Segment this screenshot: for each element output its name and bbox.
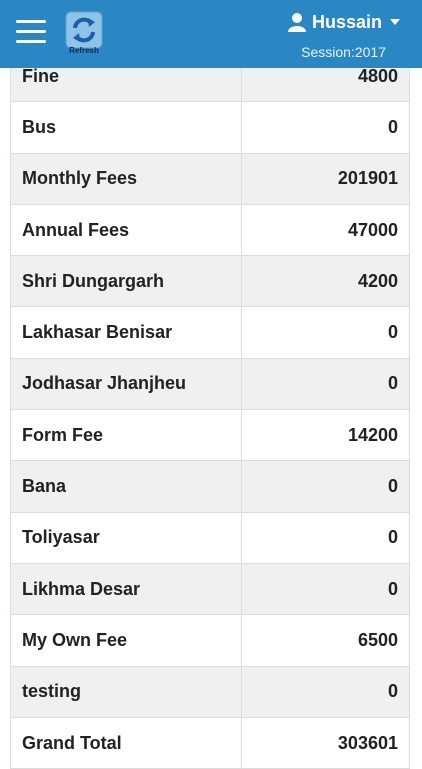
fee-name-cell: My Own Fee <box>10 615 241 666</box>
refresh-icon <box>65 11 103 49</box>
fee-name-cell: Jodhasar Jhanjheu <box>10 358 241 410</box>
user-icon <box>287 13 306 32</box>
table-row: Jodhasar Jhanjheu 0 <box>10 358 410 411</box>
fee-table: Fine 4800 Bus 0 Monthly Fees 201901 Annual Fee… <box>10 51 410 769</box>
caret-down-icon <box>390 19 400 25</box>
fee-amount-cell: 303601 <box>241 717 410 769</box>
table-row: Monthly Fees 201901 <box>10 153 410 205</box>
user-menu[interactable]: Hussain <box>287 10 400 34</box>
fee-amount-cell: 6500 <box>241 615 410 666</box>
fee-amount-cell: 0 <box>241 307 410 358</box>
table-row: Bana 0 <box>10 461 410 513</box>
fee-amount-cell: 0 <box>241 666 410 717</box>
fee-amount-cell: 0 <box>241 461 410 512</box>
fee-amount-cell: 0 <box>241 512 410 563</box>
table-row: Likhma Desar 0 <box>10 563 410 616</box>
fee-amount-cell: 14200 <box>241 410 410 461</box>
fee-amount-cell: 0 <box>241 563 410 615</box>
table-row: Bus 0 <box>10 102 410 154</box>
fee-name-cell: testing <box>10 666 241 717</box>
fee-name-cell: Form Fee <box>10 410 241 461</box>
refresh-label: Refresh <box>69 46 99 55</box>
fee-name-cell: Likhma Desar <box>10 563 241 615</box>
fee-amount-cell: 4200 <box>241 256 410 307</box>
fee-name-cell: Bana <box>10 461 241 512</box>
table-row: Form Fee 14200 <box>10 410 410 462</box>
table-row: My Own Fee 6500 <box>10 615 410 667</box>
table-row: Annual Fees 47000 <box>10 204 410 257</box>
top-navbar: Refresh Hussain Session:2017 <box>0 0 422 68</box>
fee-amount-cell: 0 <box>241 102 410 153</box>
fee-name-cell: Annual Fees <box>10 204 241 256</box>
fee-name-cell: Lakhasar Benisar <box>10 307 241 358</box>
fee-amount-cell: 47000 <box>241 204 410 256</box>
fee-name-cell: Toliyasar <box>10 512 241 563</box>
table-row: Toliyasar 0 <box>10 512 410 564</box>
fee-amount-cell: 201901 <box>241 153 410 204</box>
menu-icon[interactable] <box>16 20 46 44</box>
fee-amount-cell: 0 <box>241 358 410 410</box>
table-row: Grand Total 303601 <box>10 717 410 769</box>
fee-name-cell: Shri Dungargarh <box>10 256 241 307</box>
table-row: testing 0 <box>10 666 410 718</box>
user-name: Hussain <box>311 11 382 32</box>
fee-name-cell: Grand Total <box>10 717 241 769</box>
fee-name-cell: Monthly Fees <box>10 153 241 204</box>
table-row: Shri Dungargarh 4200 <box>10 256 410 308</box>
fee-name-cell: Bus <box>10 102 241 153</box>
refresh-button[interactable]: Refresh <box>64 10 104 58</box>
table-row: Lakhasar Benisar 0 <box>10 307 410 359</box>
session-label: Session:2017 <box>301 44 386 60</box>
